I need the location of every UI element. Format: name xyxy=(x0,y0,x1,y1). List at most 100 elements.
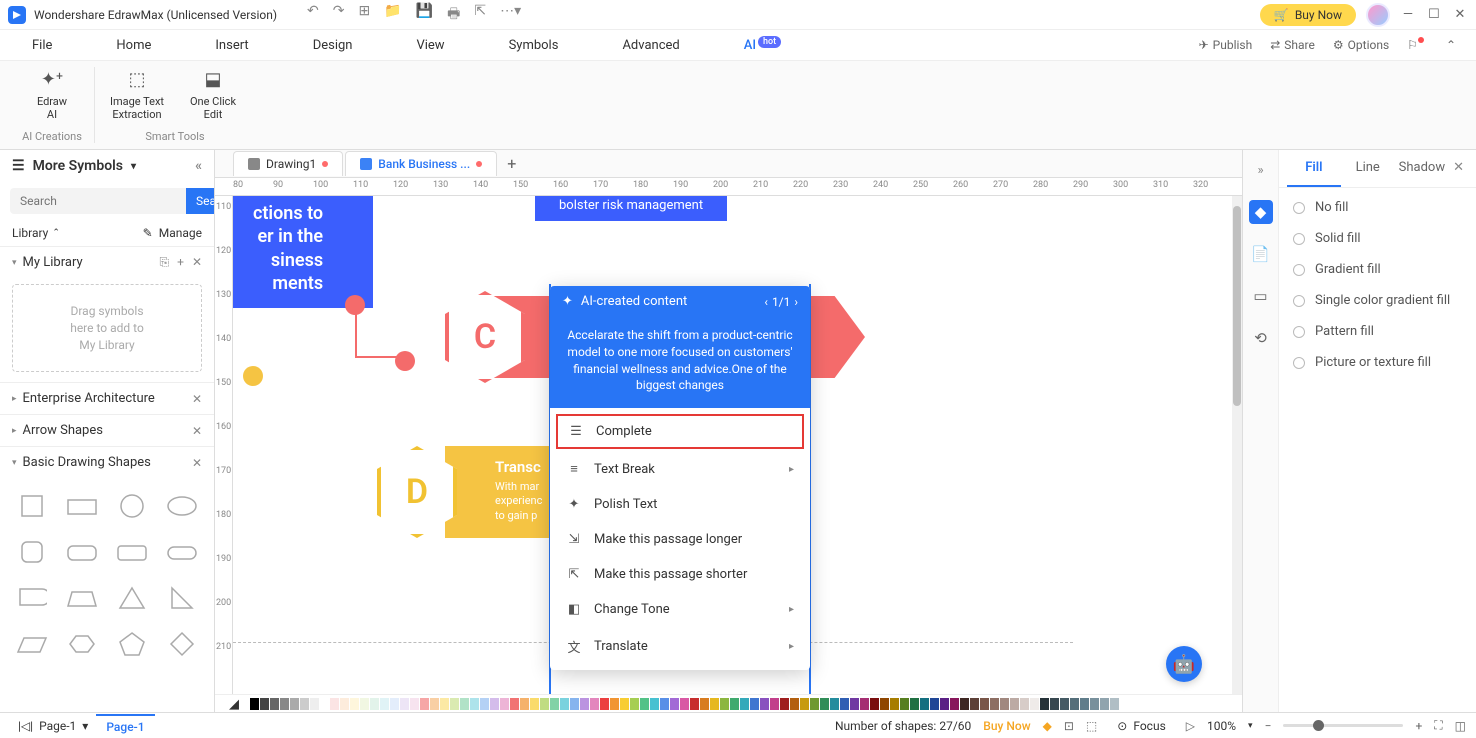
fit-page-icon[interactable]: ⊡ xyxy=(1064,719,1074,733)
shape-triangle-right[interactable] xyxy=(162,580,202,616)
options-button[interactable]: ⚙Options xyxy=(1333,38,1389,52)
option-gradient-fill[interactable]: Gradient fill xyxy=(1293,262,1462,277)
color-swatch[interactable] xyxy=(1090,698,1099,710)
play-icon[interactable]: ▷ xyxy=(1186,719,1195,733)
notifications-button[interactable]: ⚐ xyxy=(1407,38,1428,52)
color-swatch[interactable] xyxy=(1030,698,1039,710)
color-swatch[interactable] xyxy=(460,698,469,710)
menu-view[interactable]: View xyxy=(404,32,456,59)
shape-diamond[interactable] xyxy=(162,626,202,662)
undo-icon[interactable]: ↶ xyxy=(307,3,319,27)
ai-action-shorter[interactable]: ⇱ Make this passage shorter xyxy=(550,557,810,592)
color-swatch[interactable] xyxy=(840,698,849,710)
color-swatch[interactable] xyxy=(890,698,899,710)
text-tool-button[interactable]: 📄 xyxy=(1249,242,1273,266)
color-swatch[interactable] xyxy=(1040,698,1049,710)
option-pattern-fill[interactable]: Pattern fill xyxy=(1293,324,1462,339)
color-swatch[interactable] xyxy=(500,698,509,710)
fit-width-icon[interactable]: ⬚ xyxy=(1086,719,1097,733)
color-swatch[interactable] xyxy=(940,698,949,710)
collapse-panel-button[interactable]: « xyxy=(195,158,202,174)
color-swatch[interactable] xyxy=(790,698,799,710)
shape-circle[interactable] xyxy=(112,488,152,524)
color-swatch[interactable] xyxy=(1080,698,1089,710)
color-swatch[interactable] xyxy=(560,698,569,710)
color-swatch[interactable] xyxy=(340,698,349,710)
color-swatch[interactable] xyxy=(480,698,489,710)
close-icon[interactable]: ✕ xyxy=(192,255,202,270)
option-single-gradient-fill[interactable]: Single color gradient fill xyxy=(1293,293,1462,308)
menu-advanced[interactable]: Advanced xyxy=(610,32,691,59)
menu-home[interactable]: Home xyxy=(104,32,163,59)
search-input[interactable] xyxy=(10,188,186,214)
import-icon[interactable]: ⎘ xyxy=(160,255,170,270)
menu-ai[interactable]: AIhot xyxy=(732,32,793,59)
color-swatch[interactable] xyxy=(870,698,879,710)
color-swatch[interactable] xyxy=(540,698,549,710)
slides-tool-button[interactable]: ▭ xyxy=(1249,284,1273,308)
color-swatch[interactable] xyxy=(1020,698,1029,710)
color-swatch[interactable] xyxy=(350,698,359,710)
export-icon[interactable]: ⇱ xyxy=(474,3,486,27)
color-swatch[interactable] xyxy=(760,698,769,710)
ai-assistant-fab[interactable]: 🤖 xyxy=(1166,646,1202,682)
my-library-dropzone[interactable]: Drag symbols here to add to My Library xyxy=(12,284,202,372)
one-click-edit-button[interactable]: ⬓ One Click Edit xyxy=(183,69,243,121)
open-icon[interactable]: 📁 xyxy=(384,3,401,27)
color-swatch[interactable] xyxy=(630,698,639,710)
option-solid-fill[interactable]: Solid fill xyxy=(1293,231,1462,246)
connector-line[interactable] xyxy=(355,305,357,357)
color-swatch[interactable] xyxy=(670,698,679,710)
zoom-in-button[interactable]: + xyxy=(1415,719,1422,733)
close-icon[interactable]: ✕ xyxy=(192,424,202,438)
publish-button[interactable]: ✈Publish xyxy=(1199,38,1253,52)
color-swatch[interactable] xyxy=(410,698,419,710)
color-swatch[interactable] xyxy=(550,698,559,710)
save-icon[interactable]: 💾 xyxy=(416,3,433,27)
color-swatch[interactable] xyxy=(970,698,979,710)
shape-square[interactable] xyxy=(12,488,52,524)
enterprise-header[interactable]: ▸ Enterprise Architecture ✕ xyxy=(0,383,214,414)
shape-hexagon-c[interactable]: C xyxy=(445,291,525,383)
color-swatch[interactable] xyxy=(450,698,459,710)
color-swatch[interactable] xyxy=(650,698,659,710)
zoom-value[interactable]: 100% xyxy=(1207,719,1236,733)
ai-action-complete[interactable]: ☰ Complete xyxy=(556,414,804,449)
color-swatch[interactable] xyxy=(720,698,729,710)
shape-ellipse[interactable] xyxy=(162,488,202,524)
color-swatch[interactable] xyxy=(300,698,309,710)
doc-tab-bank-business[interactable]: Bank Business ... xyxy=(345,151,497,176)
color-swatch[interactable] xyxy=(370,698,379,710)
ai-action-tone[interactable]: ◧ Change Tone ▸ xyxy=(550,592,810,627)
tab-shadow[interactable]: Shadow xyxy=(1395,150,1449,187)
color-swatch[interactable] xyxy=(330,698,339,710)
color-swatch[interactable] xyxy=(770,698,779,710)
color-swatch[interactable] xyxy=(930,698,939,710)
library-label[interactable]: Library xyxy=(12,226,48,240)
menu-insert[interactable]: Insert xyxy=(203,32,260,59)
close-icon[interactable]: ✕ xyxy=(192,392,202,406)
new-icon[interactable]: ⊞ xyxy=(359,3,371,27)
color-swatch[interactable] xyxy=(880,698,889,710)
connector-node[interactable] xyxy=(395,351,415,371)
color-swatch[interactable] xyxy=(440,698,449,710)
color-swatch[interactable] xyxy=(690,698,699,710)
color-swatch[interactable] xyxy=(700,698,709,710)
chevron-down-icon[interactable]: ▾ xyxy=(1248,721,1253,731)
close-icon[interactable]: ✕ xyxy=(192,456,202,470)
print-icon[interactable]: 🖶 xyxy=(447,3,460,27)
color-swatch[interactable] xyxy=(950,698,959,710)
ai-action-text-break[interactable]: ≡ Text Break ▸ xyxy=(550,451,810,487)
ai-action-polish[interactable]: ✦ Polish Text xyxy=(550,487,810,522)
color-swatch[interactable] xyxy=(260,698,269,710)
zoom-slider[interactable] xyxy=(1283,724,1403,727)
prev-icon[interactable]: ‹ xyxy=(764,295,768,309)
connector-node[interactable] xyxy=(243,366,263,386)
minimize-button[interactable]: — xyxy=(1400,7,1416,23)
shape-rounded-rect[interactable] xyxy=(62,534,102,570)
color-swatch[interactable] xyxy=(820,698,829,710)
color-swatch[interactable] xyxy=(600,698,609,710)
shape-blue-banner[interactable]: ctions to er in the siness ments xyxy=(233,196,373,308)
ai-action-translate[interactable]: 文 Translate ▸ xyxy=(550,627,810,666)
color-swatch[interactable] xyxy=(250,698,259,710)
